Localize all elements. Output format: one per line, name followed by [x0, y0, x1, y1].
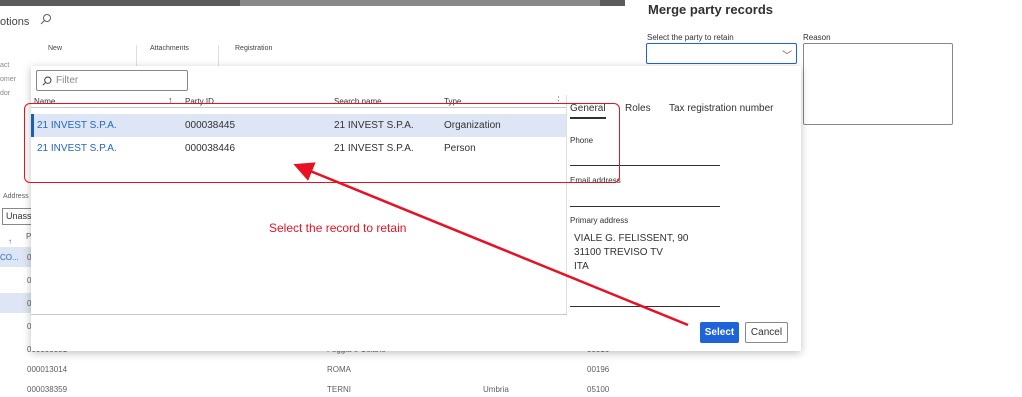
select-button[interactable]: Select — [700, 322, 739, 343]
table-cell: Umbria — [483, 385, 509, 394]
tab-roles[interactable]: Roles — [625, 103, 651, 114]
address-line: VIALE G. FELISSENT, 90 — [574, 233, 689, 244]
table-cell: 05100 — [587, 385, 610, 394]
table-cell: 00196 — [587, 365, 610, 374]
retain-party-dropdown[interactable]: ﹀ — [646, 43, 797, 64]
reason-textarea[interactable] — [803, 43, 953, 125]
table-cell: 000013014 — [27, 365, 68, 374]
table-cell[interactable]: CO... — [0, 253, 19, 262]
group-divider — [136, 45, 137, 67]
action-group-registration: Registration — [235, 45, 273, 52]
filter-placeholder: Filter — [56, 75, 79, 86]
filter-input[interactable]: Filter — [36, 70, 188, 91]
action-group-attachments: Attachments — [150, 45, 189, 52]
address-field — [570, 306, 720, 307]
grid-bottom-border — [31, 314, 567, 315]
address-label: Address — [3, 193, 29, 200]
search-icon[interactable] — [40, 13, 52, 25]
cancel-button[interactable]: Cancel — [745, 322, 788, 343]
side-label-customer: omer — [0, 76, 16, 83]
table-cell: 000038359 — [27, 385, 68, 394]
address-line: ITA — [574, 261, 589, 272]
search-icon — [42, 76, 52, 85]
side-label-vendor: dor — [0, 90, 11, 97]
options-tab-label[interactable]: otions — [0, 16, 29, 28]
primary-address-label: Primary address — [570, 216, 629, 225]
address-dropdown[interactable]: Unass — [2, 208, 32, 225]
annotation-highlight-box — [24, 103, 620, 183]
side-label-contact: act — [0, 62, 10, 69]
retain-party-label: Select the party to retain — [647, 33, 734, 42]
group-divider — [218, 45, 219, 67]
email-field — [570, 206, 720, 207]
annotation-text: Select the record to retain — [269, 221, 407, 235]
table-cell: ROMA — [327, 365, 351, 374]
panel-title: Merge party records — [648, 2, 773, 17]
action-group-new: New — [48, 45, 63, 52]
reason-label: Reason — [803, 33, 831, 42]
address-line: 31100 TREVISO TV — [574, 247, 663, 258]
tab-tax-registration-number[interactable]: Tax registration number — [669, 103, 774, 114]
table-cell: TERNI — [327, 385, 351, 394]
chevron-down-icon[interactable]: ﹀ — [782, 47, 792, 62]
sort-up-icon[interactable]: ↑ — [8, 237, 12, 246]
